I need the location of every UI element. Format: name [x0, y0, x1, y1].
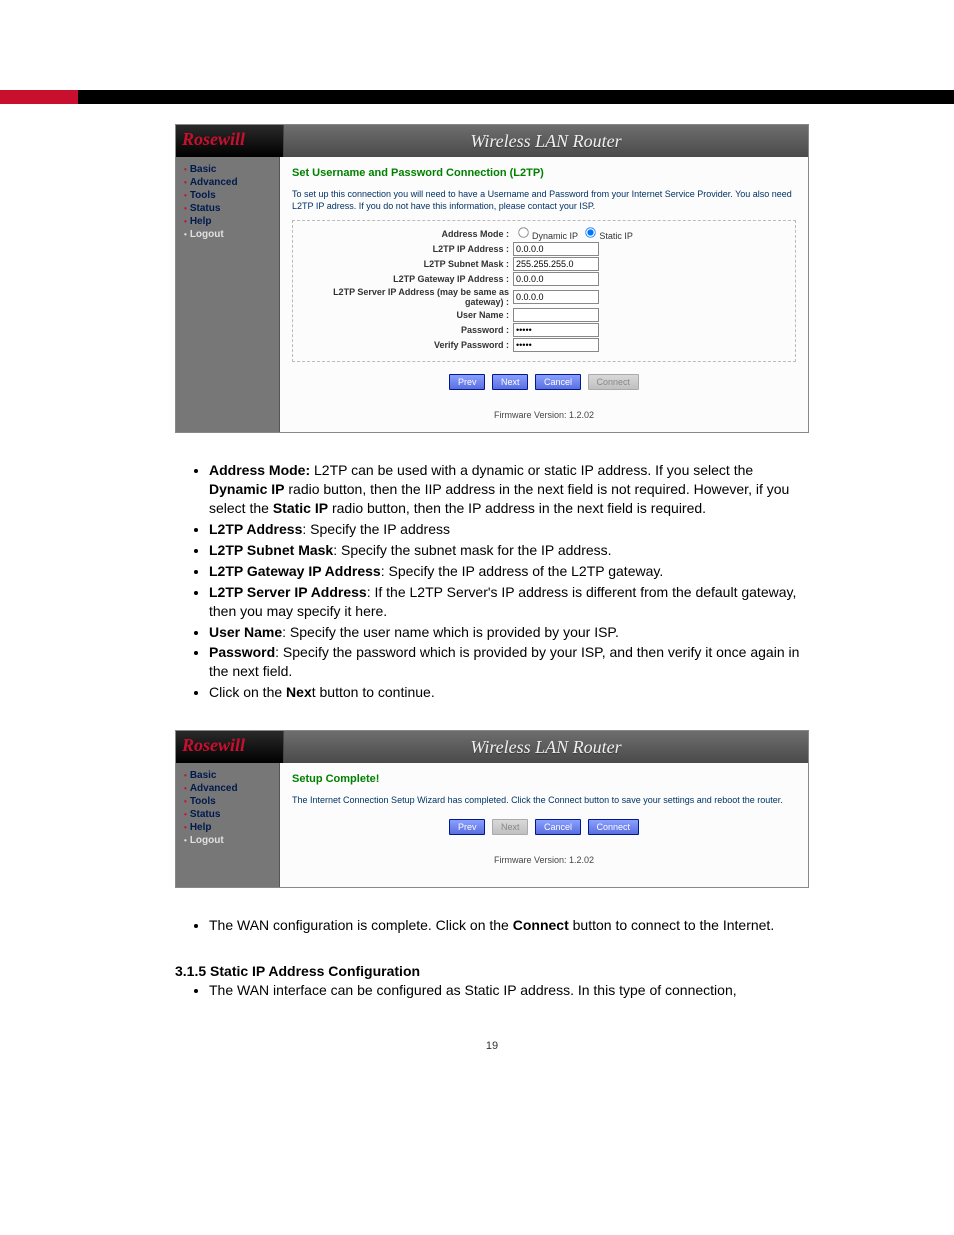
pw-input[interactable] [513, 323, 599, 337]
next-button[interactable]: Next [492, 374, 529, 390]
sidebar-item-tools[interactable]: •Tools [184, 189, 279, 202]
subnet-input[interactable] [513, 257, 599, 271]
list-item: Click on the Next button to continue. [209, 683, 809, 702]
firmware-version: Firmware Version: 1.2.02 [292, 410, 796, 424]
static-ip-text: Static IP [599, 231, 633, 241]
server-label: L2TP Server IP Address (may be same as g… [299, 287, 513, 307]
sidebar-item-basic[interactable]: •Basic [184, 163, 279, 176]
l2tp-form: Address Mode : Dynamic IP Static IP L2TP… [292, 220, 796, 362]
dynamic-ip-text: Dynamic IP [532, 231, 578, 241]
section-title: Set Username and Password Connection (L2… [292, 167, 796, 179]
subnet-label: L2TP Subnet Mask : [299, 259, 513, 269]
sidebar-item-tools[interactable]: •Tools [184, 795, 279, 808]
cancel-button[interactable]: Cancel [535, 819, 581, 835]
section-heading-315: 3.1.5 Static IP Address Configuration [175, 963, 809, 979]
address-mode-label: Address Mode : [299, 229, 513, 239]
sidebar-item-basic[interactable]: •Basic [184, 769, 279, 782]
doc-list-l2tp: Address Mode: L2TP can be used with a dy… [175, 461, 809, 702]
prev-button[interactable]: Prev [449, 819, 486, 835]
next-button: Next [492, 819, 529, 835]
sidebar-item-status[interactable]: •Status [184, 808, 279, 821]
router-sidebar: •Basic •Advanced •Tools •Status •Help •L… [176, 157, 280, 432]
list-item: The WAN configuration is complete. Click… [209, 916, 809, 935]
doc-topbar [0, 90, 954, 104]
sidebar-item-help[interactable]: •Help [184, 821, 279, 834]
router-title: Wireless LAN Router [284, 731, 808, 763]
list-item: L2TP Server IP Address: If the L2TP Serv… [209, 583, 809, 621]
dynamic-ip-radio[interactable] [518, 228, 528, 238]
brand-logo: Rosewill [176, 125, 284, 157]
user-label: User Name : [299, 310, 513, 320]
section-desc: To set up this connection you will need … [292, 189, 796, 212]
doc-list-connect: The WAN configuration is complete. Click… [175, 916, 809, 935]
gateway-input[interactable] [513, 272, 599, 286]
router-screenshot-l2tp: Rosewill Wireless LAN Router •Basic •Adv… [175, 124, 809, 433]
list-item: L2TP Gateway IP Address: Specify the IP … [209, 562, 809, 581]
router-sidebar: •Basic •Advanced •Tools •Status •Help •L… [176, 763, 280, 887]
list-item: User Name: Specify the user name which i… [209, 623, 809, 642]
sidebar-item-help[interactable]: •Help [184, 215, 279, 228]
server-input[interactable] [513, 290, 599, 304]
sidebar-item-advanced[interactable]: •Advanced [184, 782, 279, 795]
cancel-button[interactable]: Cancel [535, 374, 581, 390]
section-desc: The Internet Connection Setup Wizard has… [292, 795, 796, 807]
list-item: L2TP Address: Specify the IP address [209, 520, 809, 539]
list-item: Address Mode: L2TP can be used with a dy… [209, 461, 809, 518]
pw-label: Password : [299, 325, 513, 335]
connect-button[interactable]: Connect [588, 819, 640, 835]
page-number: 19 [175, 1040, 809, 1052]
list-item: L2TP Subnet Mask: Specify the subnet mas… [209, 541, 809, 560]
sidebar-item-logout[interactable]: •Logout [184, 228, 279, 241]
sidebar-item-logout[interactable]: •Logout [184, 834, 279, 847]
static-ip-radio[interactable] [586, 228, 596, 238]
brand-logo: Rosewill [176, 731, 284, 763]
list-item: Password: Specify the password which is … [209, 643, 809, 681]
router-screenshot-complete: Rosewill Wireless LAN Router •Basic •Adv… [175, 730, 809, 888]
l2tp-ip-label: L2TP IP Address : [299, 244, 513, 254]
sidebar-item-advanced[interactable]: •Advanced [184, 176, 279, 189]
section-title: Setup Complete! [292, 773, 796, 785]
sidebar-item-status[interactable]: •Status [184, 202, 279, 215]
vpw-label: Verify Password : [299, 340, 513, 350]
gateway-label: L2TP Gateway IP Address : [299, 274, 513, 284]
doc-list-315: The WAN interface can be configured as S… [175, 981, 809, 1000]
vpw-input[interactable] [513, 338, 599, 352]
l2tp-ip-input[interactable] [513, 242, 599, 256]
router-title: Wireless LAN Router [284, 125, 808, 157]
connect-button: Connect [588, 374, 640, 390]
list-item: The WAN interface can be configured as S… [209, 981, 809, 1000]
prev-button[interactable]: Prev [449, 374, 486, 390]
firmware-version: Firmware Version: 1.2.02 [292, 855, 796, 869]
user-input[interactable] [513, 308, 599, 322]
